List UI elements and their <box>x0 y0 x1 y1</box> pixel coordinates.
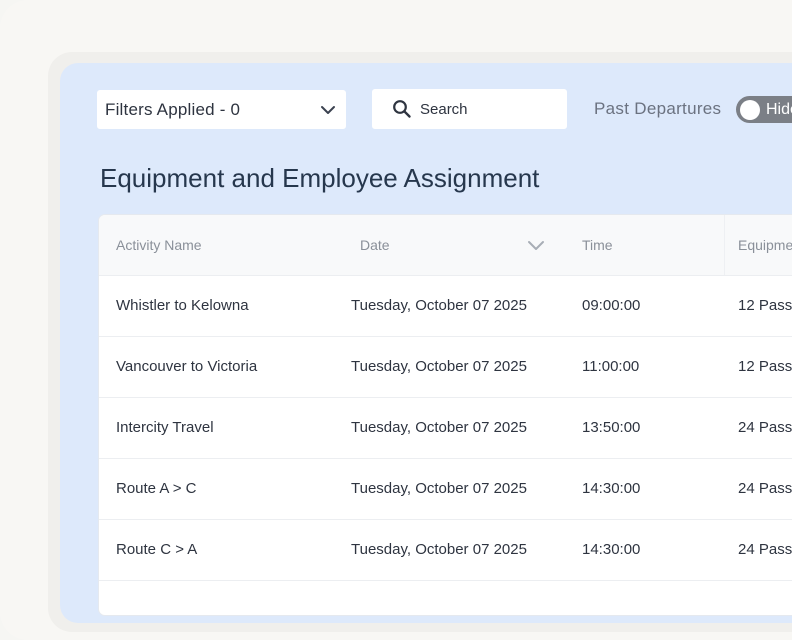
chevron-down-icon <box>321 106 335 114</box>
column-divider <box>724 215 725 275</box>
past-departures-toggle[interactable]: Hide <box>736 96 792 123</box>
cell-activity: Route C > A <box>116 541 198 558</box>
filters-label: Filters Applied - 0 <box>105 99 241 119</box>
cell-activity: Vancouver to Victoria <box>116 358 258 375</box>
past-departures-label: Past Departures <box>594 99 722 118</box>
filters-dropdown[interactable]: Filters Applied - 0 <box>97 90 346 129</box>
table-row[interactable]: Vancouver to Victoria Tuesday, October 0… <box>99 336 792 397</box>
table-header: Activity Name Date Time Equipme <box>99 215 792 275</box>
column-header-activity[interactable]: Activity Name <box>116 237 202 253</box>
table-row[interactable] <box>99 580 792 615</box>
cell-time: 14:30:00 <box>582 541 641 558</box>
cell-equipment: 24 Pass <box>738 541 792 558</box>
table-row[interactable]: Whistler to Kelowna Tuesday, October 07 … <box>99 275 792 336</box>
cell-date: Tuesday, October 07 2025 <box>351 297 527 314</box>
search-placeholder: Search <box>420 100 468 118</box>
table-row[interactable]: Route C > A Tuesday, October 07 2025 14:… <box>99 519 792 580</box>
cell-equipment: 12 Pass <box>738 358 792 375</box>
search-input[interactable]: Search <box>372 89 567 129</box>
cell-activity: Route A > C <box>116 480 197 497</box>
cell-time: 09:00:00 <box>582 297 641 314</box>
toggle-knob <box>740 99 760 120</box>
table-row[interactable]: Route A > C Tuesday, October 07 2025 14:… <box>99 458 792 519</box>
cell-equipment: 24 Pass <box>738 480 792 497</box>
cell-equipment: 24 Pass <box>738 419 792 436</box>
cell-activity: Whistler to Kelowna <box>116 297 249 314</box>
search-icon <box>393 100 411 118</box>
page-title: Equipment and Employee Assignment <box>100 163 540 193</box>
cell-time: 14:30:00 <box>582 480 641 497</box>
cell-activity: Intercity Travel <box>116 419 214 436</box>
column-header-date[interactable]: Date <box>360 237 390 253</box>
cell-date: Tuesday, October 07 2025 <box>351 541 527 558</box>
cell-time: 11:00:00 <box>582 358 640 375</box>
assignment-table: Activity Name Date Time Equipme Whistler… <box>99 215 792 615</box>
column-header-equipment[interactable]: Equipme <box>738 237 792 253</box>
chevron-down-icon[interactable] <box>527 236 545 254</box>
cell-equipment: 12 Pass <box>738 297 792 314</box>
cell-date: Tuesday, October 07 2025 <box>351 419 527 436</box>
table-row[interactable]: Intercity Travel Tuesday, October 07 202… <box>99 397 792 458</box>
cell-time: 13:50:00 <box>582 419 641 436</box>
column-header-time[interactable]: Time <box>582 237 613 253</box>
cell-date: Tuesday, October 07 2025 <box>351 480 527 497</box>
toggle-label: Hide <box>766 100 792 118</box>
cell-date: Tuesday, October 07 2025 <box>351 358 527 375</box>
